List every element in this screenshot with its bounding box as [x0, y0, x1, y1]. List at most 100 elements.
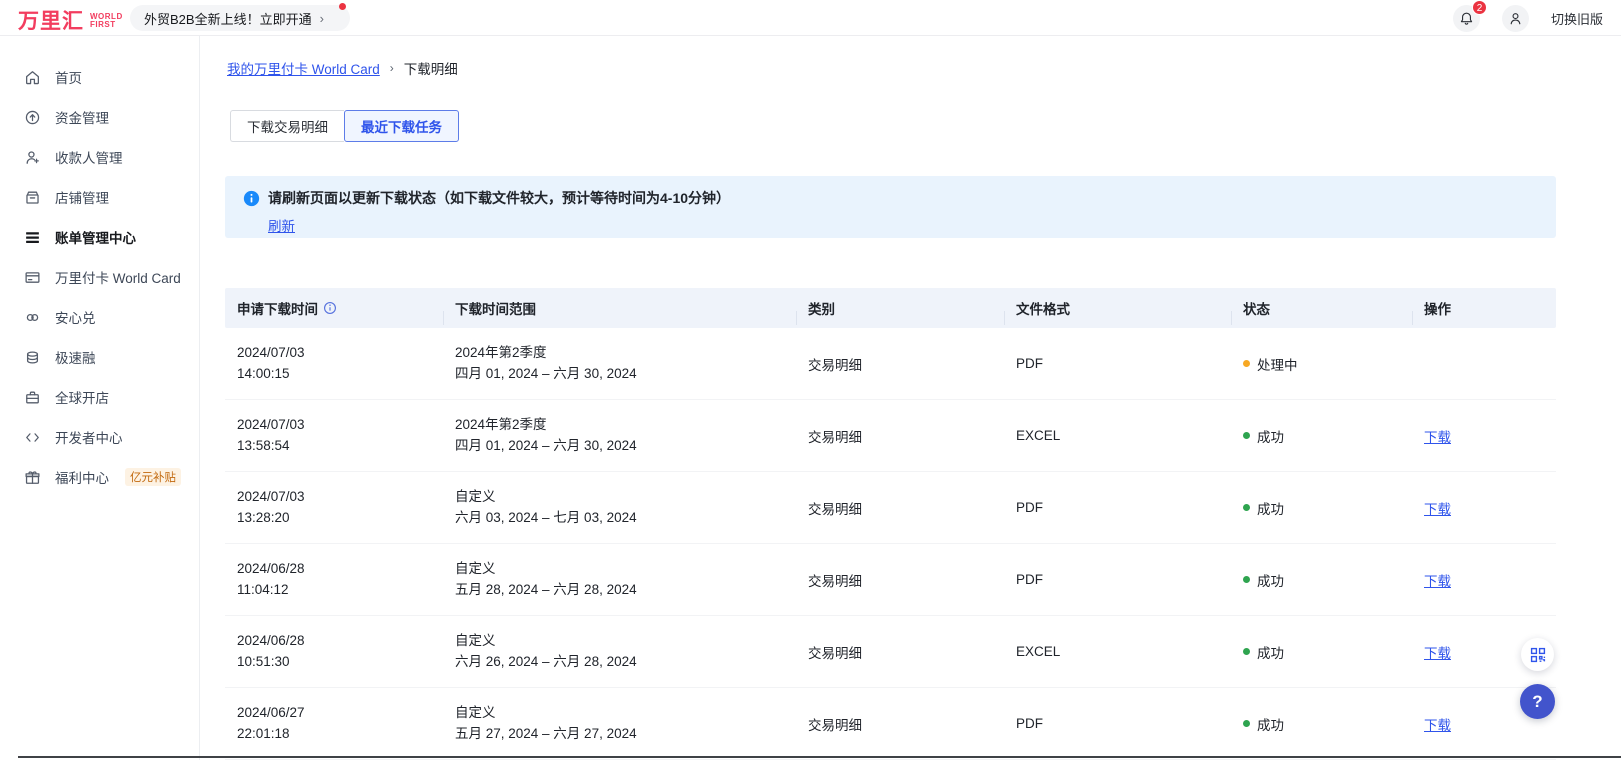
global-store-icon [24, 389, 41, 406]
status-text: 成功 [1257, 714, 1284, 734]
sidebar-item-shops[interactable]: 店铺管理 [0, 177, 199, 217]
b2b-promo-banner[interactable]: 外贸B2B全新上线！立即开通 › [130, 5, 350, 31]
gift-icon [24, 469, 41, 486]
range-cell: 2024年第2季度 四月 01, 2024 – 六月 30, 2024 [443, 400, 796, 471]
sidebar-item-label: 资金管理 [55, 107, 109, 127]
financing-icon [24, 349, 41, 366]
download-link[interactable]: 下载 [1424, 714, 1451, 734]
sidebar-item-label: 收款人管理 [55, 147, 123, 167]
table-row: 2024/07/03 14:00:15 2024年第2季度 四月 01, 202… [225, 328, 1556, 400]
sidebar-item-funds[interactable]: 资金管理 [0, 97, 199, 137]
category-cell: 交易明细 [796, 616, 1004, 687]
format-cell: PDF [1004, 328, 1231, 399]
notifications-button[interactable]: 2 [1453, 5, 1480, 32]
range-cell: 自定义 六月 26, 2024 – 六月 28, 2024 [443, 616, 796, 687]
funds-icon [24, 109, 41, 126]
worldfirst-logo[interactable]: 万里汇 WORLD FIRST [18, 5, 123, 35]
sidebar: 首页 资金管理 收款人管理 店铺管理 账单管理中心 [0, 36, 200, 760]
notification-dot [339, 3, 346, 10]
table-row: 2024/06/28 11:04:12 自定义 五月 28, 2024 – 六月… [225, 544, 1556, 616]
format-cell: PDF [1004, 688, 1231, 759]
header-category: 类别 [796, 298, 1004, 318]
chevron-right-icon: › [390, 61, 394, 75]
sidebar-item-label: 首页 [55, 67, 82, 87]
status-cell: 成功 [1231, 616, 1412, 687]
info-icon [243, 190, 260, 207]
help-fab[interactable]: ? [1520, 684, 1555, 719]
download-tasks-table: 申请下载时间 下载时间范围 类别 文件格式 状态 操作 2024/07/03 1… [225, 288, 1556, 760]
refresh-notice-banner: 请刷新页面以更新下载状态（如下载文件较大，预计等待时间为4-10分钟） 刷新 [225, 176, 1556, 238]
sidebar-item-jisurong[interactable]: 极速融 [0, 337, 199, 377]
range-cell: 自定义 五月 27, 2024 – 六月 27, 2024 [443, 688, 796, 759]
benefits-badge: 亿元补贴 [125, 468, 181, 486]
chevron-right-icon: › [320, 11, 324, 26]
header-status: 状态 [1231, 298, 1412, 318]
header-format: 文件格式 [1004, 298, 1231, 318]
screen-bottom-edge [18, 756, 1621, 758]
format-cell: PDF [1004, 544, 1231, 615]
sidebar-item-developer-center[interactable]: 开发者中心 [0, 417, 199, 457]
sidebar-item-label: 万里付卡 World Card [55, 267, 181, 287]
sidebar-item-anxindui[interactable]: 安心兑 [0, 297, 199, 337]
table-row: 2024/06/28 10:51:30 自定义 六月 26, 2024 – 六月… [225, 616, 1556, 688]
shop-icon [24, 189, 41, 206]
download-link[interactable]: 下载 [1424, 498, 1451, 518]
sidebar-item-world-card[interactable]: 万里付卡 World Card [0, 257, 199, 297]
switch-old-version-link[interactable]: 切换旧版 [1551, 9, 1603, 28]
breadcrumb-link-world-card[interactable]: 我的万里付卡 World Card [227, 58, 380, 78]
qr-code-icon [1530, 647, 1546, 663]
bell-icon [1459, 11, 1474, 26]
sidebar-item-global-store[interactable]: 全球开店 [0, 377, 199, 417]
qr-code-fab[interactable] [1521, 638, 1554, 671]
category-cell: 交易明细 [796, 544, 1004, 615]
header-action: 操作 [1412, 298, 1556, 318]
status-text: 成功 [1257, 426, 1284, 446]
status-dot [1243, 576, 1250, 583]
status-cell: 成功 [1231, 400, 1412, 471]
category-cell: 交易明细 [796, 688, 1004, 759]
app-screen: 万里汇 WORLD FIRST 外贸B2B全新上线！立即开通 › 2 [0, 0, 1621, 760]
action-cell [1412, 328, 1556, 399]
table-row: 2024/07/03 13:58:54 2024年第2季度 四月 01, 202… [225, 400, 1556, 472]
range-cell: 2024年第2季度 四月 01, 2024 – 六月 30, 2024 [443, 328, 796, 399]
table-row: 2024/06/27 22:01:18 自定义 五月 27, 2024 – 六月… [225, 688, 1556, 760]
logo-cn-text: 万里汇 [18, 5, 84, 35]
breadcrumb: 我的万里付卡 World Card › 下载明细 [227, 58, 458, 78]
action-cell: 下载 [1412, 400, 1556, 471]
header-request-time: 申请下载时间 [225, 298, 443, 318]
refresh-link[interactable]: 刷新 [268, 215, 295, 235]
notice-message: 请刷新页面以更新下载状态（如下载文件较大，预计等待时间为4-10分钟） [268, 188, 730, 208]
tab-download-transactions[interactable]: 下载交易明细 [230, 110, 344, 142]
info-tooltip-icon[interactable] [323, 301, 337, 315]
sidebar-item-label: 极速融 [55, 347, 96, 367]
status-text: 处理中 [1257, 354, 1298, 374]
download-link[interactable]: 下载 [1424, 570, 1451, 590]
sidebar-item-benefits-center[interactable]: 福利中心 亿元补贴 [0, 457, 199, 497]
category-cell: 交易明细 [796, 328, 1004, 399]
account-button[interactable] [1502, 5, 1529, 32]
request-time-cell: 2024/06/27 22:01:18 [225, 688, 443, 759]
status-cell: 成功 [1231, 544, 1412, 615]
format-cell: EXCEL [1004, 400, 1231, 471]
status-text: 成功 [1257, 642, 1284, 662]
request-time-cell: 2024/07/03 14:00:15 [225, 328, 443, 399]
download-link[interactable]: 下载 [1424, 426, 1451, 446]
download-link[interactable]: 下载 [1424, 642, 1451, 662]
sidebar-item-billing-center[interactable]: 账单管理中心 [0, 217, 199, 257]
category-cell: 交易明细 [796, 472, 1004, 543]
request-time-cell: 2024/07/03 13:28:20 [225, 472, 443, 543]
range-cell: 自定义 五月 28, 2024 – 六月 28, 2024 [443, 544, 796, 615]
status-cell: 成功 [1231, 688, 1412, 759]
user-icon [1508, 11, 1523, 26]
sidebar-item-home[interactable]: 首页 [0, 57, 199, 97]
status-dot [1243, 504, 1250, 511]
status-cell: 处理中 [1231, 328, 1412, 399]
tab-recent-download-tasks[interactable]: 最近下载任务 [344, 110, 459, 142]
sidebar-item-payees[interactable]: 收款人管理 [0, 137, 199, 177]
action-cell: 下载 [1412, 472, 1556, 543]
tab-group: 下载交易明细 最近下载任务 [230, 110, 459, 142]
sidebar-item-label: 安心兑 [55, 307, 96, 327]
status-cell: 成功 [1231, 472, 1412, 543]
notification-count-badge: 2 [1472, 0, 1487, 15]
logo-en-text: WORLD FIRST [90, 13, 123, 29]
